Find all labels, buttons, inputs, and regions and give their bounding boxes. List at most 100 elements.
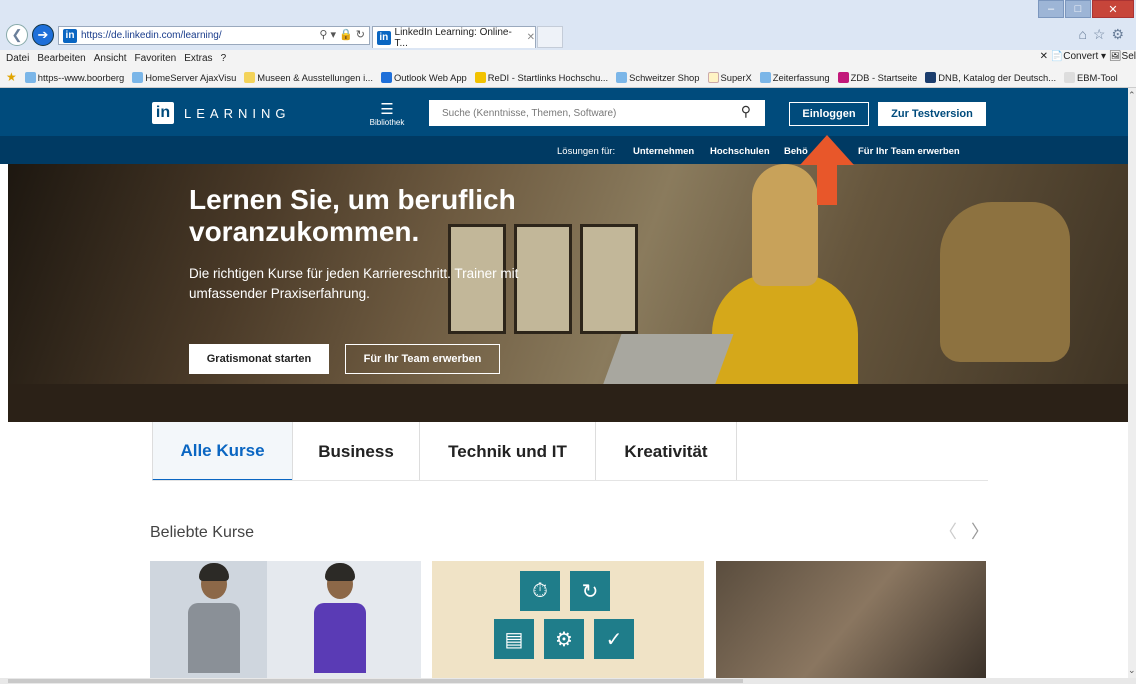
- fav-item[interactable]: Schweitzer Shop: [616, 71, 700, 83]
- fav-label: SuperX: [720, 71, 752, 83]
- fav-item[interactable]: EBM-Tool: [1064, 71, 1118, 83]
- menu-bearbeiten[interactable]: Bearbeiten: [37, 53, 85, 64]
- maximize-button[interactable]: □: [1065, 0, 1091, 18]
- tab-business[interactable]: Business: [292, 422, 419, 481]
- fav-label: Schweitzer Shop: [629, 71, 700, 83]
- linkedin-learning-logo[interactable]: in LEARNING: [152, 102, 290, 124]
- fav-label: ReDI - Startlinks Hochschu...: [487, 71, 609, 83]
- address-bar[interactable]: in https://de.linkedin.com/learning/ ⚲ ▾…: [58, 26, 370, 45]
- figure-head: [325, 563, 355, 599]
- outlook-icon: [380, 71, 392, 83]
- menu-ansicht[interactable]: Ansicht: [94, 53, 127, 64]
- info-icon: [474, 71, 486, 83]
- carousel-prev-icon[interactable]: 〈: [939, 522, 971, 542]
- menu-extras[interactable]: Extras: [184, 53, 212, 64]
- browser-tab[interactable]: in LinkedIn Learning: Online-T... ✕: [372, 26, 536, 49]
- superx-icon: [707, 71, 719, 83]
- team-buy-button[interactable]: Für Ihr Team erwerben: [345, 344, 500, 374]
- hero-banner: Lernen Sie, um beruflich voranzukommen. …: [8, 164, 1128, 422]
- login-button[interactable]: Einloggen: [789, 102, 869, 126]
- course-card[interactable]: [150, 561, 421, 678]
- favorites-star-icon[interactable]: ★: [6, 70, 17, 84]
- address-tools-icon[interactable]: ⚲ ▾ 🔒 ↻: [319, 28, 365, 41]
- solutions-hochschulen[interactable]: Hochschulen: [710, 146, 770, 157]
- fav-item[interactable]: ReDI - Startlinks Hochschu...: [474, 71, 609, 83]
- fav-item[interactable]: Outlook Web App: [380, 71, 467, 83]
- hamburger-icon: ☰: [380, 101, 394, 118]
- close-window-button[interactable]: ✕: [1092, 0, 1134, 18]
- fav-item[interactable]: Museen & Ausstellungen i...: [244, 71, 373, 83]
- library-menu[interactable]: ☰ Bibliothek: [366, 101, 408, 128]
- museum-icon: [244, 71, 256, 83]
- menu-datei[interactable]: Datei: [6, 53, 29, 64]
- tab-close-icon[interactable]: ✕: [527, 32, 535, 43]
- course-card[interactable]: [716, 561, 986, 678]
- carousel-next-icon[interactable]: 〉: [971, 522, 1003, 542]
- bib-icon: [1064, 71, 1076, 83]
- home-star-gear-icons[interactable]: ⌂☆⚙: [1078, 26, 1130, 43]
- menu-favoriten[interactable]: Favoriten: [135, 53, 177, 64]
- gear-icon: ⚙: [544, 619, 584, 659]
- fav-label: Museen & Ausstellungen i...: [257, 71, 373, 83]
- free-month-button[interactable]: Gratismonat starten: [189, 344, 329, 374]
- fav-label: Outlook Web App: [393, 71, 467, 83]
- fav-item[interactable]: ZDB - Startseite: [837, 71, 918, 83]
- minimize-button[interactable]: –: [1038, 0, 1064, 18]
- search-input[interactable]: Suche (Kenntnisse, Themen, Software) ⚲: [429, 100, 765, 126]
- woman-figure-icon: [314, 563, 366, 673]
- checkmark-icon: ✓: [594, 619, 634, 659]
- horizontal-scrollbar[interactable]: [0, 678, 1136, 684]
- menu-bar: Datei Bearbeiten Ansicht Favoriten Extra…: [0, 50, 1136, 67]
- fav-item[interactable]: Zeiterfassung: [759, 71, 830, 83]
- hero-chair: [940, 202, 1070, 362]
- solutions-bar: Lösungen für: Unternehmen Hochschulen Be…: [0, 136, 1128, 164]
- carousel-controls: 〈〉: [939, 518, 1003, 544]
- fav-label: HomeServer AjaxVisu: [145, 71, 237, 83]
- solutions-team[interactable]: Für Ihr Team erwerben: [858, 146, 960, 157]
- money-icon: ▤: [494, 619, 534, 659]
- linkedin-favicon-icon: in: [63, 28, 77, 43]
- course-tabs: Alle Kurse Business Technik und IT Kreat…: [152, 422, 738, 481]
- address-url: https://de.linkedin.com/learning/: [81, 30, 222, 41]
- forward-button[interactable]: ➔: [32, 24, 54, 46]
- figure-torso: [314, 603, 366, 673]
- linkedin-tab-icon: in: [377, 30, 391, 45]
- new-tab-button[interactable]: [537, 26, 563, 48]
- hero-text: Die richtigen Kurse für jeden Karrieresc…: [189, 266, 519, 301]
- search-placeholder: Suche (Kenntnisse, Themen, Software): [442, 107, 617, 119]
- tab-title: LinkedIn Learning: Online-T...: [394, 26, 512, 49]
- page-icon: [759, 71, 771, 83]
- horizontal-scroll-thumb[interactable]: [8, 679, 743, 683]
- fav-label: DNB, Katalog der Deutsch...: [938, 71, 1057, 83]
- trial-button[interactable]: Zur Testversion: [878, 102, 986, 126]
- annotation-arrow-icon: [800, 135, 854, 205]
- fav-item[interactable]: https--www.boorberg: [24, 71, 125, 83]
- fav-label: EBM-Tool: [1077, 71, 1118, 83]
- search-icon[interactable]: ⚲: [741, 103, 751, 120]
- figure-torso: [188, 603, 240, 673]
- tab-kreativitaet[interactable]: Kreativität: [595, 422, 737, 481]
- scroll-up-icon[interactable]: ⌃: [1128, 90, 1136, 101]
- vertical-scrollbar[interactable]: ⌃ ⌄: [1128, 88, 1136, 678]
- back-button[interactable]: ❮: [6, 24, 28, 46]
- site-header: in LEARNING ☰ Bibliothek Suche (Kenntnis…: [0, 88, 1128, 136]
- refresh-icon: ↻: [570, 571, 610, 611]
- page-icon: [616, 71, 628, 83]
- menu-help[interactable]: ?: [221, 53, 227, 64]
- fav-item[interactable]: HomeServer AjaxVisu: [132, 71, 237, 83]
- fav-label: https--www.boorberg: [37, 71, 125, 83]
- fav-label: Zeiterfassung: [772, 71, 830, 83]
- tab-divider: [152, 480, 988, 481]
- page-icon: [24, 71, 36, 83]
- fav-item[interactable]: DNB, Katalog der Deutsch...: [925, 71, 1057, 83]
- convert-toolbar[interactable]: ✕ 📄Convert ▾ 🖼Sel: [1040, 51, 1136, 62]
- tab-alle-kurse[interactable]: Alle Kurse: [152, 422, 292, 481]
- page-icon: [132, 71, 144, 83]
- course-card[interactable]: ⏱ ↻ ▤ ⚙ ✓: [432, 561, 704, 678]
- tab-technik[interactable]: Technik und IT: [419, 422, 595, 481]
- scroll-down-icon[interactable]: ⌄: [1128, 665, 1136, 676]
- library-label: Bibliothek: [369, 118, 405, 127]
- solutions-unternehmen[interactable]: Unternehmen: [633, 146, 694, 157]
- fav-item[interactable]: SuperX: [707, 71, 752, 83]
- fav-label: ZDB - Startseite: [850, 71, 918, 83]
